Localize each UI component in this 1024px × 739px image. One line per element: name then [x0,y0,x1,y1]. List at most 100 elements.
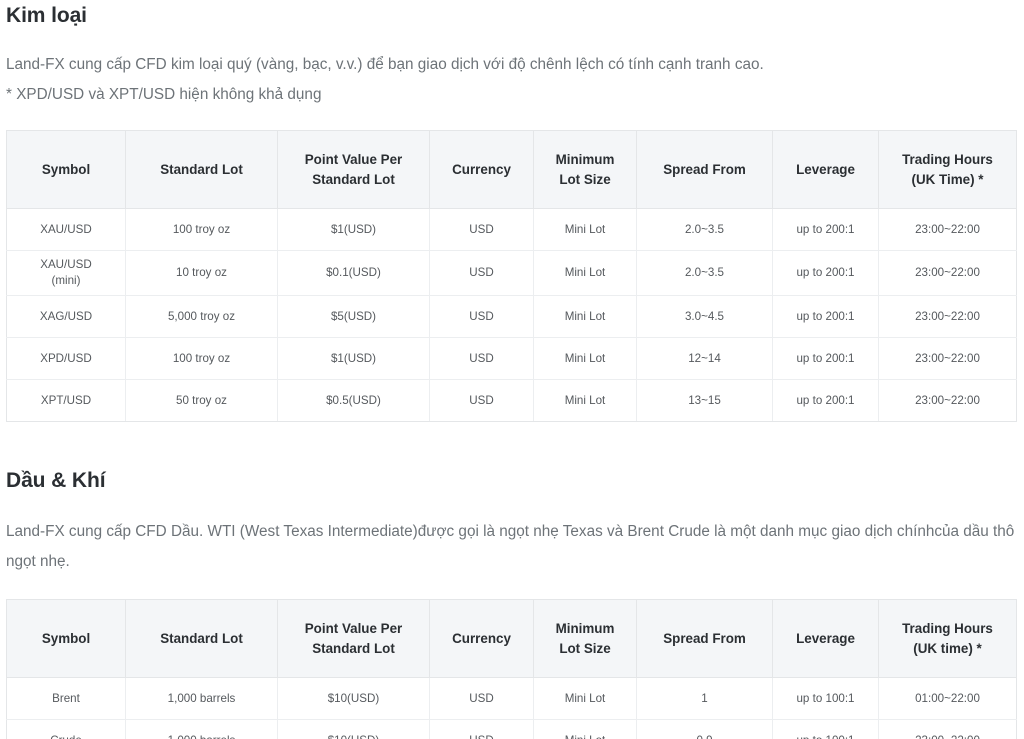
header-text-line2: (UK Time) * [911,171,984,187]
header-text-line1: Currency [452,630,511,646]
cell-symbol: XAU/USD [6,208,126,251]
symbol-text: Brent [52,691,80,705]
cell-leverage: up to 100:1 [772,719,879,739]
header-text-line2: Lot Size [559,640,611,656]
cell-standard-lot: 1,000 barrels [125,719,278,739]
cell-symbol: Crude [6,719,126,739]
cell-currency: USD [429,719,534,739]
cell-currency: USD [429,337,534,380]
symbol-text: XPD/USD [40,351,92,365]
table-row: Brent 1,000 barrels $10(USD) USD Mini Lo… [6,677,1017,720]
column-header-currency: Currency [429,130,534,209]
header-text-line1: Standard Lot [160,161,243,177]
cell-minimum-lot-size: Mini Lot [533,677,637,720]
header-text-line2: Standard Lot [312,171,395,187]
cell-point-value: $0.1(USD) [277,250,430,296]
column-header-standard-lot: Standard Lot [125,599,278,678]
oil-gas-spec-table: Symbol Standard Lot Point Value Per Stan… [6,599,1017,739]
cell-minimum-lot-size: Mini Lot [533,719,637,739]
cell-point-value: $1(USD) [277,337,430,380]
header-text-line1: Trading Hours [902,151,993,167]
cell-standard-lot: 100 troy oz [125,337,278,380]
page-title-metals: Kim loại [6,4,87,27]
cell-currency: USD [429,250,534,296]
cell-symbol: XAG/USD [6,295,126,338]
cell-trading-hours: 01:00~22:00 [878,677,1017,720]
cell-leverage: up to 200:1 [772,337,879,380]
symbol-text: XAU/USD [40,222,92,236]
metals-description-line-1: Land-FX cung cấp CFD kim loại quý (vàng,… [6,56,764,73]
cell-leverage: up to 100:1 [772,677,879,720]
cell-symbol: Brent [6,677,126,720]
column-header-standard-lot: Standard Lot [125,130,278,209]
table-header-row: Symbol Standard Lot Point Value Per Stan… [6,130,1017,209]
column-header-symbol: Symbol [6,130,126,209]
cell-trading-hours: 23:00~22:00 [878,379,1017,422]
cell-standard-lot: 5,000 troy oz [125,295,278,338]
cell-trading-hours: 23:00~22:00 [878,208,1017,251]
header-text-line1: Point Value Per [304,151,403,167]
cell-point-value: $10(USD) [277,719,430,739]
table-row: XAG/USD 5,000 troy oz $5(USD) USD Mini L… [6,295,1017,338]
cell-currency: USD [429,379,534,422]
column-header-trading-hours: Trading Hours (UK Time) * [878,130,1017,209]
cell-leverage: up to 200:1 [772,379,879,422]
cell-spread-from: 12~14 [636,337,773,380]
header-text-line1: Currency [452,161,511,177]
table-header-row: Symbol Standard Lot Point Value Per Stan… [6,599,1017,678]
cell-point-value: $5(USD) [277,295,430,338]
header-text-line1: Point Value Per [304,620,403,636]
column-header-minimum-lot-size: Minimum Lot Size [533,599,637,678]
cell-trading-hours: 23:00~22:00 [878,250,1017,296]
cell-leverage: up to 200:1 [772,250,879,296]
cell-standard-lot: 50 troy oz [125,379,278,422]
metals-note-line: * XPD/USD và XPT/USD hiện không khả dụng [6,86,322,103]
column-header-spread-from: Spread From [636,599,773,678]
header-text-line1: Symbol [41,630,91,646]
column-header-trading-hours: Trading Hours (UK time) * [878,599,1017,678]
header-text-line2: Lot Size [559,171,611,187]
cell-symbol: XPT/USD [6,379,126,422]
cell-point-value: $0.5(USD) [277,379,430,422]
cell-leverage: up to 200:1 [772,208,879,251]
cell-spread-from: 2.0~3.5 [636,250,773,296]
column-header-minimum-lot-size: Minimum Lot Size [533,130,637,209]
table-row: XPT/USD 50 troy oz $0.5(USD) USD Mini Lo… [6,379,1017,422]
cell-spread-from: 1 [636,677,773,720]
cell-minimum-lot-size: Mini Lot [533,379,637,422]
cell-point-value: $1(USD) [277,208,430,251]
cell-leverage: up to 200:1 [772,295,879,338]
header-text-line2: Standard Lot [312,640,395,656]
cell-spread-from: 13~15 [636,379,773,422]
column-header-leverage: Leverage [772,130,879,209]
cell-currency: USD [429,677,534,720]
header-text-line1: Leverage [796,630,855,646]
header-text-line1: Spread From [663,161,746,177]
header-text-line1: Minimum [555,620,615,636]
cell-standard-lot: 100 troy oz [125,208,278,251]
header-text-line2: (UK time) * [913,640,982,656]
column-header-point-value: Point Value Per Standard Lot [277,599,430,678]
cell-minimum-lot-size: Mini Lot [533,250,637,296]
metals-description: Land-FX cung cấp CFD kim loại quý (vàng,… [6,50,1018,110]
symbol-text: XAG/USD [39,309,93,323]
symbol-subtext: (mini) [51,274,81,287]
cell-trading-hours: 23:00~22:00 [878,719,1017,739]
cell-spread-from: 3.0~4.5 [636,295,773,338]
table-row: Crude 1,000 barrels $10(USD) USD Mini Lo… [6,719,1017,739]
column-header-leverage: Leverage [772,599,879,678]
header-text-line1: Leverage [796,161,855,177]
page-content: Kim loại Land-FX cung cấp CFD kim loại q… [0,0,1024,739]
header-text-line1: Symbol [41,161,91,177]
column-header-spread-from: Spread From [636,130,773,209]
cell-minimum-lot-size: Mini Lot [533,208,637,251]
cell-point-value: $10(USD) [277,677,430,720]
cell-currency: USD [429,208,534,251]
cell-trading-hours: 23:00~22:00 [878,337,1017,380]
table-row: XPD/USD 100 troy oz $1(USD) USD Mini Lot… [6,337,1017,380]
cell-spread-from: 0.9 [636,719,773,739]
metals-spec-table: Symbol Standard Lot Point Value Per Stan… [6,130,1017,422]
column-header-symbol: Symbol [6,599,126,678]
cell-standard-lot: 10 troy oz [125,250,278,296]
header-text-line1: Trading Hours [902,620,993,636]
